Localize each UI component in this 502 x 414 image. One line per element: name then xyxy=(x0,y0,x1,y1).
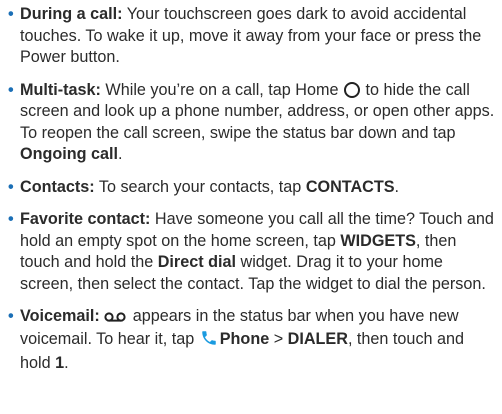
list-item-during-call: • During a call: Your touchscreen goes d… xyxy=(8,4,496,69)
ui-label-dialer: DIALER xyxy=(287,329,348,348)
item-text: Contacts: To search your contacts, tap C… xyxy=(20,177,496,199)
item-text: During a call: Your touchscreen goes dar… xyxy=(20,4,496,69)
term-label: During a call: xyxy=(20,5,123,23)
item-body: While you’re on a call, tap Home xyxy=(100,80,343,99)
list-item-favorite-contact: • Favorite contact: Have someone you cal… xyxy=(8,209,496,295)
item-text: Favorite contact: Have someone you call … xyxy=(20,209,496,295)
bullet: • xyxy=(8,307,14,325)
ui-label-contacts: CONTACTS xyxy=(305,177,395,196)
home-icon xyxy=(343,81,360,98)
term-label: Favorite contact: xyxy=(20,210,151,228)
voicemail-icon xyxy=(104,307,126,329)
item-body: To search your contacts, tap xyxy=(94,177,306,196)
list-item-voicemail: • Voicemail: appears in the status bar w… xyxy=(8,306,496,375)
help-document: • During a call: Your touchscreen goes d… xyxy=(0,0,502,375)
item-body: . xyxy=(64,354,69,372)
item-text: Multi-task: While you’re on a call, tap … xyxy=(20,80,496,166)
ui-label-key-1: 1 xyxy=(55,354,65,372)
ui-label-direct-dial: Direct dial xyxy=(157,253,236,271)
item-text: Voicemail: appears in the status bar whe… xyxy=(20,306,496,375)
ui-label-ongoing-call: Ongoing call xyxy=(20,145,119,163)
phone-icon xyxy=(200,329,218,354)
term-label: Voicemail: xyxy=(20,307,100,325)
item-body: . xyxy=(394,177,400,196)
item-body: > xyxy=(269,329,288,348)
ui-label-phone: Phone xyxy=(219,329,270,348)
ui-label-widgets: WIDGETS xyxy=(340,231,416,250)
item-body: . xyxy=(118,145,123,163)
list-item-contacts: • Contacts: To search your contacts, tap… xyxy=(8,177,496,199)
term-label: Contacts: xyxy=(20,177,95,196)
bullet: • xyxy=(8,5,14,23)
list-item-multi-task: • Multi-task: While you’re on a call, ta… xyxy=(8,80,496,166)
bullet: • xyxy=(8,177,14,196)
bullet: • xyxy=(8,80,14,99)
bullet: • xyxy=(8,210,14,228)
term-label: Multi-task: xyxy=(20,80,101,99)
